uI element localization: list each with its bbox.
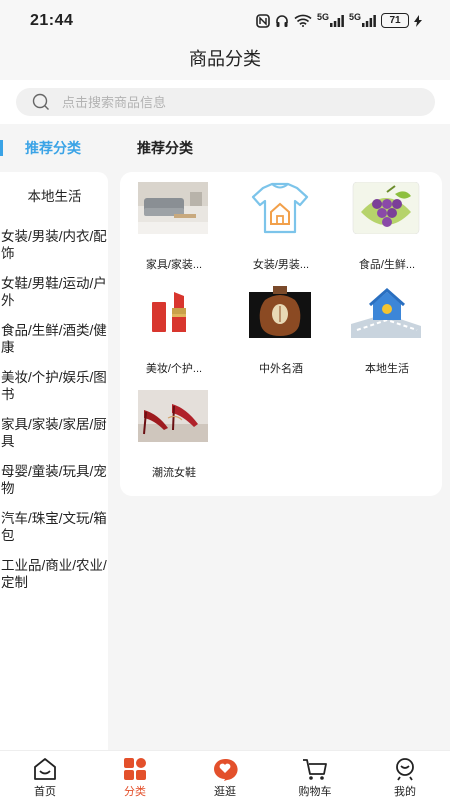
sidebar-item-food[interactable]: 食品/生鲜/酒类/健康: [0, 322, 108, 356]
high-heels-image: [138, 390, 208, 442]
house-map-icon: [351, 286, 421, 338]
sidebar-item-furniture[interactable]: 家具/家装/家居/厨具: [0, 416, 108, 450]
category-item-label: 中外名酒: [259, 363, 303, 375]
category-grid-card: 家具/家装... 女装/男装... 食品/生鲜... 美妆/个护... 中外名酒…: [120, 172, 442, 496]
category-item-womens-shoes[interactable]: 潮流女鞋: [122, 380, 226, 480]
tab-home[interactable]: 首页: [0, 751, 90, 800]
sidebar-item-local-life[interactable]: 本地生活: [0, 188, 108, 205]
sofa-image: [138, 182, 208, 234]
nav-bar: 商品分类: [0, 44, 450, 80]
category-item-label: 潮流女鞋: [152, 467, 196, 479]
search-box[interactable]: [16, 88, 435, 116]
bottom-tab-bar: 首页 分类 逛逛 购物车 我的: [0, 750, 450, 800]
profile-icon: [396, 758, 414, 781]
grapes-image: [352, 182, 420, 234]
category-item-food[interactable]: 食品/生鲜...: [335, 172, 439, 272]
status-time: 21:44: [30, 12, 74, 29]
category-item-label: 女装/男装...: [252, 259, 310, 271]
signal-2-label: 5G: [348, 11, 361, 22]
home-icon: [34, 758, 56, 780]
sidebar-item-shoes[interactable]: 女鞋/男鞋/运动/户外: [0, 275, 108, 309]
category-sidebar: 推荐分类 本地生活 女装/男装/内衣/配饰 女鞋/男鞋/运动/户外 食品/生鲜/…: [0, 124, 108, 750]
search-bar: [0, 80, 450, 124]
battery-icon: 71: [381, 13, 409, 28]
category-item-label: 家具/家装...: [145, 259, 203, 271]
signal-2-icon: [362, 14, 376, 27]
heart-chat-icon: [214, 758, 238, 781]
category-item-furniture[interactable]: 家具/家装...: [122, 172, 226, 272]
page-title: 商品分类: [189, 49, 261, 69]
category-item-label: 本地生活: [365, 363, 409, 375]
category-icon: [124, 758, 146, 780]
sidebar-item-clothing[interactable]: 女装/男装/内衣/配饰: [0, 228, 108, 262]
sidebar-item-beauty[interactable]: 美妆/个护/娱乐/图书: [0, 369, 108, 403]
sidebar-item-label: 推荐分类: [25, 140, 81, 156]
tab-explore[interactable]: 逛逛: [180, 751, 270, 800]
sidebar-item-recommended[interactable]: 推荐分类: [0, 124, 108, 172]
status-icons: 5G 5G 71: [256, 11, 422, 28]
headphones-icon: [276, 14, 288, 27]
tab-label: 首页: [34, 786, 56, 798]
section-title: 推荐分类: [137, 140, 193, 156]
sidebar-item-industrial[interactable]: 工业品/商业/农业/定制: [0, 557, 108, 591]
status-bar: 21:44 5G 5G 71: [0, 0, 450, 44]
tab-profile[interactable]: 我的: [360, 751, 450, 800]
category-main: 推荐分类 家具/家装... 女装/男装... 食品/生鲜... 美妆/个护...…: [108, 124, 450, 750]
tab-label: 逛逛: [214, 786, 236, 798]
tab-label: 分类: [124, 786, 146, 798]
sidebar-list: 本地生活 女装/男装/内衣/配饰 女鞋/男鞋/运动/户外 食品/生鲜/酒类/健康…: [0, 172, 108, 750]
category-item-label: 食品/生鲜...: [358, 259, 416, 271]
nfc-icon: [256, 13, 270, 28]
search-input[interactable]: [62, 94, 402, 110]
category-item-beauty[interactable]: 美妆/个护...: [122, 276, 226, 376]
category-item-clothing[interactable]: 女装/男装...: [229, 172, 333, 272]
sidebar-item-auto[interactable]: 汽车/珠宝/文玩/箱包: [0, 510, 108, 544]
charging-icon: [414, 14, 422, 27]
wifi-icon: [294, 14, 312, 27]
category-item-liquor[interactable]: 中外名酒: [229, 276, 333, 376]
sidebar-item-baby[interactable]: 母婴/童装/玩具/宠物: [0, 463, 108, 497]
liquor-jar-image: [245, 286, 315, 338]
tab-label: 购物车: [298, 786, 332, 798]
tab-cart[interactable]: 购物车: [270, 751, 360, 800]
cart-icon: [303, 759, 327, 780]
signal-1-label: 5G: [316, 11, 329, 22]
category-item-label: 美妆/个护...: [145, 363, 203, 375]
signal-1-icon: [329, 14, 344, 27]
tshirt-icon: [251, 182, 309, 234]
lipstick-image: [138, 286, 208, 338]
active-indicator: [0, 140, 3, 156]
category-item-local-life[interactable]: 本地生活: [335, 276, 439, 376]
tab-category[interactable]: 分类: [90, 751, 180, 800]
tab-label: 我的: [394, 786, 416, 798]
search-icon: [32, 93, 49, 110]
